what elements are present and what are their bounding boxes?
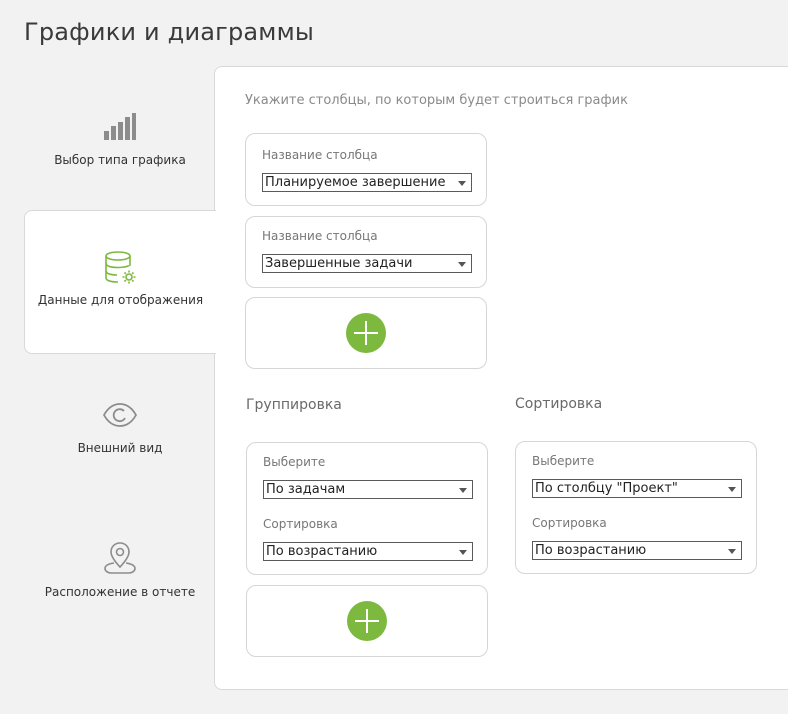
chevron-down-icon [459, 488, 467, 493]
select-value: По столбцу "Проект" [535, 481, 678, 496]
column-card: Название столбца Завершенные задачи [245, 216, 487, 288]
add-grouping-button[interactable] [347, 601, 387, 641]
select-value: По задачам [266, 482, 346, 497]
sorting-select-label: Выберите [532, 454, 595, 468]
grouping-select-label: Выберите [263, 455, 326, 469]
nav-item-chart-type[interactable]: Выбор типа графика [24, 70, 216, 212]
nav-item-label: Выбор типа графика [54, 153, 186, 167]
column-name-select[interactable]: Завершенные задачи [262, 254, 472, 273]
nav-item-label: Данные для отображения [37, 293, 204, 307]
select-value: По возрастанию [266, 544, 378, 559]
chevron-down-icon [458, 181, 466, 186]
columns-hint: Укажите столбцы, по которым будет строит… [245, 93, 628, 108]
nav-item-label: Внешний вид [77, 441, 163, 455]
sorting-title: Сортировка [515, 396, 603, 412]
sorting-sort-select[interactable]: По возрастанию [532, 541, 742, 560]
sorting-card: Выберите По столбцу "Проект" Сортировка … [515, 441, 757, 574]
sorting-select[interactable]: По столбцу "Проект" [532, 479, 742, 498]
grouping-sort-select[interactable]: По возрастанию [263, 542, 473, 561]
chevron-down-icon [728, 549, 736, 554]
column-name-select[interactable]: Планируемое завершение [262, 173, 472, 192]
column-card: Название столбца Планируемое завершение [245, 133, 487, 206]
bar-chart-icon [24, 110, 216, 144]
nav-item-placement[interactable]: Расположение в отчете [24, 502, 216, 644]
sorting-sort-label: Сортировка [532, 516, 607, 530]
page-title: Графики и диаграммы [24, 18, 315, 46]
column-name-label: Название столбца [262, 229, 378, 243]
select-value: Завершенные задачи [265, 256, 413, 271]
add-column-button[interactable] [346, 313, 386, 353]
grouping-sort-label: Сортировка [263, 517, 338, 531]
database-settings-icon [25, 251, 216, 285]
add-grouping-card [246, 585, 488, 657]
add-column-card [245, 297, 487, 369]
grouping-select[interactable]: По задачам [263, 480, 473, 499]
select-value: По возрастанию [535, 543, 647, 558]
chevron-down-icon [728, 487, 736, 492]
plus-icon [355, 609, 379, 633]
grouping-card: Выберите По задачам Сортировка По возрас… [246, 442, 488, 575]
chevron-down-icon [459, 550, 467, 555]
nav-item-data[interactable]: Данные для отображения [24, 210, 216, 354]
eye-icon [24, 398, 216, 432]
nav-item-appearance[interactable]: Внешний вид [24, 358, 216, 500]
chevron-down-icon [458, 262, 466, 267]
nav-item-label: Расположение в отчете [44, 585, 196, 599]
select-value: Планируемое завершение [265, 175, 446, 190]
location-pin-icon [24, 542, 216, 576]
grouping-title: Группировка [246, 397, 342, 413]
column-name-label: Название столбца [262, 148, 378, 162]
plus-icon [354, 321, 378, 345]
